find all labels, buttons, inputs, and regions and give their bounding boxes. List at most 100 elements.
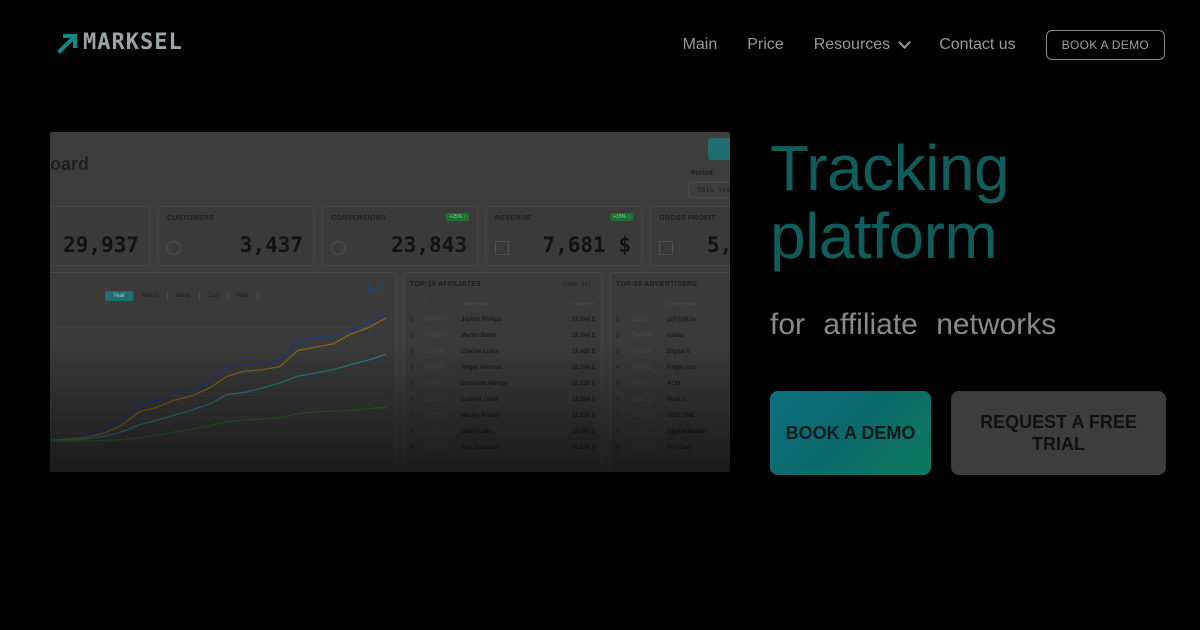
table-cell: 455674 (425, 365, 446, 371)
table-cell: ID (425, 301, 429, 306)
table-cell: ID (631, 301, 635, 306)
nav-contact[interactable]: Contact us (939, 36, 1015, 54)
wallet-icon (495, 241, 509, 255)
chart-series-line-2 (50, 317, 387, 442)
table-cell: 234812 (631, 397, 652, 403)
kpi-card-customers: CUSTOMERS 3,437 (158, 206, 314, 266)
kpi-value: 3,437 (239, 233, 303, 257)
table-cell: Advertiser Name (667, 301, 699, 306)
kpi-card-conversions: CONVERSIONS +25% ↑ 23,843 (322, 206, 478, 266)
table-cell: Digital 8 (667, 349, 691, 355)
table-cell: Nidsa (667, 333, 684, 339)
nav-resources[interactable]: Resources (814, 36, 912, 54)
kpi-value: 7,681 $ (542, 233, 631, 257)
kpi-badge: +25% ↑ (446, 213, 469, 221)
table-row: 3 233444 Charlie Lubin 19,456 $ (405, 345, 601, 361)
kpi-label: REVENUE (495, 215, 531, 222)
table-row: 4 234435 Roger ons (611, 361, 730, 377)
table-cell: 423145 (631, 445, 652, 451)
table-cell: 345265 (425, 397, 446, 403)
table-cell: Mark 1 (667, 397, 687, 403)
kpi-card: 29,937 (50, 206, 150, 266)
table-cell: 567332 (425, 429, 446, 435)
table-cell: 234348 (631, 333, 652, 339)
table-cell: 647663 (425, 317, 446, 323)
table-cell: 312312 (631, 317, 652, 323)
table-cell: 2 (410, 333, 414, 339)
table-cell: 16,344 $ (571, 365, 595, 371)
kpi-badge: +15% ↑ (610, 213, 633, 221)
period-label: Period (691, 170, 713, 177)
table-cell: 3 (410, 349, 414, 355)
dashboard-action-button (708, 138, 730, 160)
table-cell: 13,564 $ (571, 397, 595, 403)
table-row: 9 423145 Fox Den (611, 441, 730, 457)
table-cell: 4 (410, 365, 414, 371)
table-cell: 645566 (425, 413, 446, 419)
chart-series-line-1 (50, 312, 387, 441)
table-cell: Jaylon Philips (461, 317, 502, 323)
table-row: 4 455674 Roger Vetrovs 16,344 $ (405, 361, 601, 377)
table-cell: 843655 (425, 381, 446, 387)
advertisers-title: TOP-10 ADVERTISERS (616, 281, 698, 288)
hero-title-line1: Tracking (770, 132, 1010, 204)
table-cell: Martin Botor (461, 333, 497, 339)
table-cell: # (616, 301, 619, 306)
kpi-value: 5, (707, 233, 730, 257)
period-select: This Yea (688, 182, 730, 198)
table-cell: 7 (616, 413, 620, 419)
hero-title: Tracking platform (770, 132, 1010, 270)
chart-panel: Year Month Week Day Hour |↔| (50, 272, 396, 472)
brand-name: MARKSEL (83, 30, 183, 55)
customers-icon (167, 241, 181, 255)
table-cell: 15,235 $ (571, 381, 595, 387)
nav-main[interactable]: Main (683, 36, 718, 54)
table-cell: 348382 (425, 333, 446, 339)
table-cell: 5 (410, 381, 414, 387)
book-demo-button[interactable]: BOOK A DEMO (770, 391, 931, 475)
table-row: 8 345231 Digital Market (611, 425, 730, 441)
table-cell: 6 (410, 397, 414, 403)
header-book-demo-button[interactable]: BOOK A DEMO (1045, 30, 1165, 60)
table-row: 6 345265 Cooper Geidt 13,564 $ (405, 393, 601, 409)
chevron-down-icon (898, 36, 912, 49)
table-cell: Fox Den (667, 445, 691, 451)
table-cell: 9 (410, 445, 414, 451)
table-cell: 233444 (425, 349, 446, 355)
kpi-value: 29,937 (63, 233, 139, 257)
request-trial-button[interactable]: REQUEST A FREE TRIAL (951, 391, 1166, 475)
table-cell: 234435 (631, 365, 652, 371)
table-cell: 7 (410, 413, 414, 419)
nav-price[interactable]: Price (747, 36, 783, 54)
table-row: 1 312312 jdjf@jdj.io (611, 313, 730, 329)
table-row: 9 346745 Ann Davison 10,124 $ (405, 441, 601, 457)
table-cell: 5 (616, 381, 620, 387)
table-cell: 37,544 $ (571, 317, 595, 323)
cash-icon (659, 241, 673, 255)
brand-logo[interactable]: MARKSEL (57, 30, 183, 55)
table-cell: Affiliate Name (461, 301, 488, 306)
table-cell: # (410, 301, 413, 306)
line-chart (50, 304, 387, 442)
table-row: 2 348382 Martin Botor 26,344 $ (405, 329, 601, 345)
table-cell: 234334 (631, 349, 652, 355)
table-row: 5 435342 AGH (611, 377, 730, 393)
table-cell: Cooper Geidt (461, 397, 500, 403)
table-cell: 8 (410, 429, 414, 435)
table-header: # ID Advertiser Name (611, 297, 730, 313)
kpi-label: CUSTOMERS (167, 215, 215, 222)
table-cell: Digital Market (667, 429, 707, 435)
table-cell: Ann Davison (461, 445, 498, 451)
table-cell: Brain Levin (461, 429, 494, 435)
table-cell: Charlie Lubin (461, 349, 500, 355)
table-cell: 8 (616, 429, 620, 435)
table-row: 7 234335 SMS ONE (611, 409, 730, 425)
affiliates-title: TOP-10 AFFILIATES (410, 281, 482, 288)
table-row: 3 234334 Digital 8 (611, 345, 730, 361)
chart-series-line-4 (51, 406, 387, 442)
table-cell: 12,234 $ (571, 413, 595, 419)
table-row: 5 843655 Emerson Mango 15,235 $ (405, 377, 601, 393)
dashboard-title: oard (50, 154, 90, 174)
table-cell: Roger Vetrovs (461, 365, 502, 371)
arrow-logo-icon (57, 33, 77, 54)
